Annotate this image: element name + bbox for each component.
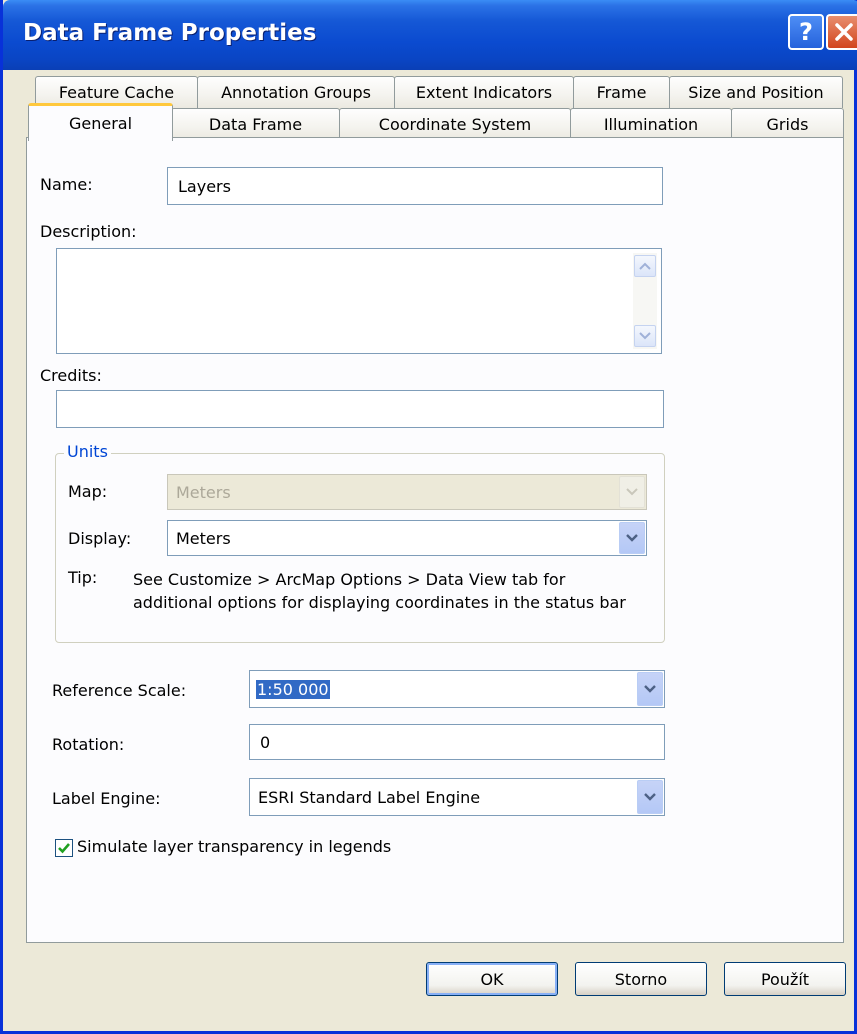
title-bar[interactable]: Data Frame Properties ? — [3, 0, 857, 70]
ok-button-label: OK — [480, 969, 504, 989]
rotation-label: Rotation: — [52, 735, 125, 754]
tab-frame[interactable]: Frame — [573, 76, 670, 108]
chevron-down-icon — [626, 488, 638, 496]
display-units-dropdown-arrow[interactable] — [619, 522, 645, 554]
name-input[interactable]: Layers — [167, 167, 663, 205]
credits-input[interactable] — [56, 390, 664, 428]
dialog-window: Data Frame Properties ? Feature Cache An… — [0, 0, 857, 1034]
reference-scale-value: 1:50 000 — [256, 679, 330, 699]
ok-button[interactable]: OK — [426, 962, 558, 996]
tab-label: Coordinate System — [378, 115, 532, 134]
chevron-down-icon — [644, 685, 656, 693]
tab-label: Grids — [766, 115, 809, 134]
cancel-button-label: Storno — [614, 969, 668, 989]
scroll-down-button[interactable] — [634, 325, 656, 347]
tab-label: Annotation Groups — [221, 83, 371, 102]
description-textarea[interactable] — [56, 248, 662, 354]
description-label: Description: — [40, 222, 137, 241]
display-units-value: Meters — [176, 528, 231, 548]
rotation-value: 0 — [260, 732, 271, 752]
map-units-value: Meters — [176, 482, 231, 502]
close-button[interactable] — [826, 14, 857, 50]
credits-label: Credits: — [40, 366, 102, 385]
tab-label: Extent Indicators — [415, 83, 553, 102]
reference-scale-combo[interactable]: 1:50 000 — [249, 670, 665, 708]
tab-size-and-position[interactable]: Size and Position — [669, 76, 843, 108]
help-icon: ? — [799, 18, 813, 46]
tab-label: Size and Position — [688, 83, 824, 102]
tab-data-frame[interactable]: Data Frame — [171, 108, 340, 140]
tab-label: Frame — [596, 83, 647, 102]
cancel-button[interactable]: Storno — [575, 962, 707, 996]
apply-button[interactable]: Použít — [724, 962, 846, 996]
chevron-up-icon — [639, 262, 651, 270]
window-title: Data Frame Properties — [23, 20, 317, 46]
simulate-transparency-label[interactable]: Simulate layer transparency in legends — [77, 837, 391, 856]
units-caption: Units — [64, 442, 111, 461]
tab-label: Feature Cache — [58, 83, 175, 102]
reference-scale-value-wrap: 1:50 000 — [256, 671, 330, 707]
description-scrollbar[interactable] — [633, 253, 657, 349]
tab-extent-indicators[interactable]: Extent Indicators — [394, 76, 574, 108]
map-units-dropdown-arrow — [619, 476, 645, 508]
close-icon — [835, 23, 853, 41]
tip-text: See Customize > ArcMap Options > Data Vi… — [133, 570, 626, 612]
tab-label: Illumination — [603, 115, 699, 134]
tab-general[interactable]: General — [28, 103, 173, 141]
label-engine-value: ESRI Standard Label Engine — [258, 787, 481, 807]
scroll-up-button[interactable] — [634, 255, 656, 277]
map-units-label: Map: — [68, 482, 108, 501]
chevron-down-icon — [626, 534, 638, 542]
tab-label: General — [68, 114, 133, 133]
display-units-label: Display: — [68, 529, 132, 548]
rotation-input[interactable]: 0 — [249, 724, 665, 760]
tab-illumination[interactable]: Illumination — [570, 108, 732, 140]
chevron-down-icon — [639, 332, 651, 340]
help-button[interactable]: ? — [788, 14, 824, 50]
tab-annotation-groups[interactable]: Annotation Groups — [197, 76, 395, 108]
tab-label: Data Frame — [208, 115, 303, 134]
tab-grids[interactable]: Grids — [731, 108, 844, 140]
tip-label: Tip: — [68, 568, 98, 587]
tab-coordinate-system[interactable]: Coordinate System — [339, 108, 571, 140]
reference-scale-label: Reference Scale: — [52, 681, 187, 700]
apply-button-label: Použít — [760, 969, 810, 989]
general-tab-panel: Name: Layers Description: Credits: Units… — [26, 137, 844, 943]
name-input-value: Layers — [178, 176, 231, 196]
name-label: Name: — [40, 175, 93, 194]
reference-scale-dropdown-arrow[interactable] — [637, 672, 663, 706]
label-engine-select[interactable]: ESRI Standard Label Engine — [249, 778, 665, 816]
chevron-down-icon — [644, 793, 656, 801]
display-units-select[interactable]: Meters — [167, 520, 647, 556]
label-engine-label: Label Engine: — [52, 789, 161, 808]
map-units-select: Meters — [167, 474, 647, 510]
checkmark-icon — [58, 843, 70, 854]
simulate-transparency-checkbox[interactable] — [55, 839, 73, 857]
label-engine-dropdown-arrow[interactable] — [637, 780, 663, 814]
